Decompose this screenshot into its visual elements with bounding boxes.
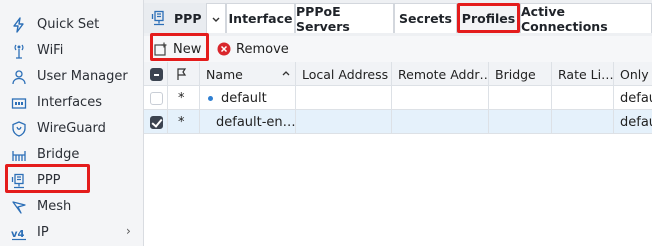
row-local-address [296,86,392,110]
tab-pppoe-servers[interactable]: PPPoE Servers [295,3,394,34]
checkbox-checked-icon [150,115,163,129]
tab-label: Secrets [399,11,452,26]
sidebar-item-wifi[interactable]: WiFi [0,38,143,64]
row-rate-limit [552,86,614,110]
checkbox-icon [150,67,163,81]
row-remote-address [392,110,489,134]
interfaces-icon [11,95,27,111]
wifi-icon [11,43,27,59]
ppp-icon [151,10,167,26]
flag-icon [177,68,187,80]
ip-icon: v4 [11,225,27,241]
row-remote-address [392,86,489,110]
column-label: Remote Addr… [398,66,489,82]
sidebar-item-label: Mesh [37,199,72,214]
new-highlight-box [150,33,209,61]
chevron-down-icon [212,11,220,26]
sidebar-item-label: WireGuard [37,121,106,136]
chevron-right-icon: › [126,224,131,238]
ppp-highlight-box [5,164,90,193]
remove-button-label: Remove [236,41,289,57]
sidebar-item-label: WiFi [37,43,64,58]
column-label: Local Address [302,66,389,82]
tab-dropdown-button[interactable] [206,3,226,33]
column-header-only-one[interactable]: Only o [614,62,652,86]
bridge-icon [11,147,27,163]
sidebar-item-wireguard[interactable]: WireGuard [0,116,143,142]
row-checkbox[interactable] [144,86,168,110]
profiles-highlight-box [457,3,520,33]
sidebar-item-label: User Manager [37,69,128,84]
select-all-checkbox[interactable] [144,62,168,86]
row-checkbox[interactable] [144,110,168,134]
column-label: Bridge [495,66,536,82]
column-header-name[interactable]: Name [200,62,296,86]
remove-icon [217,42,231,56]
table-header: Name Local Address Remote Addr… Bridge R… [144,62,652,86]
row-flag: * [168,110,200,134]
sidebar-item-ip[interactable]: v4 IP › [0,220,143,246]
flag-column-header[interactable] [168,62,200,86]
tab-label: PPPoE Servers [296,3,350,34]
row-flag: * [168,86,200,110]
tab-app-ppp[interactable]: PPP [144,3,206,33]
quick-set-icon [11,17,27,33]
row-name-text: default-en… [216,114,296,130]
column-header-remote-address[interactable]: Remote Addr… [392,62,489,86]
svg-text:v4: v4 [11,229,25,240]
sidebar-item-label: Bridge [37,147,80,162]
sidebar-item-label: Interfaces [37,95,102,110]
column-header-local-address[interactable]: Local Address [296,62,392,86]
sidebar-item-label: IP [37,225,49,240]
sidebar-item-user-manager[interactable]: User Manager [0,64,143,90]
row-bridge [489,86,552,110]
tab-interface[interactable]: Interface [226,3,295,33]
column-header-bridge[interactable]: Bridge [489,62,552,86]
row-bridge [489,110,552,134]
table-row[interactable]: * default defau [144,86,652,110]
column-header-rate-limit[interactable]: Rate Li… [552,62,614,86]
column-label: Rate Li… [558,66,614,82]
tab-label: Active Connections [521,3,608,34]
tab-label: Interface [228,11,293,26]
tab-active-connections[interactable]: Active Connections [520,3,652,34]
row-rate-limit [552,110,614,134]
table-row[interactable]: * default-en… defau [144,110,652,134]
row-name: default [200,86,296,110]
column-label: Only o [620,66,652,82]
row-only-one: defau [620,90,652,106]
row-only-one: defau [620,114,652,130]
row-name: default-en… [200,110,296,134]
toolbar: New Remove [144,33,652,63]
sidebar-item-label: Quick Set [37,17,100,32]
row-name-text: default [221,90,267,106]
wireguard-icon [11,121,27,137]
row-local-address [296,110,392,134]
tab-secrets[interactable]: Secrets [394,3,457,33]
remove-button[interactable]: Remove [217,38,289,60]
sidebar-item-quick-set[interactable]: Quick Set [0,12,143,38]
user-manager-icon [11,69,27,85]
sidebar: Quick Set WiFi User Manager Interfaces W… [0,0,144,246]
sidebar-item-interfaces[interactable]: Interfaces [0,90,143,116]
checkbox-icon [150,91,163,105]
status-dot-icon [208,95,213,101]
tab-app-label: PPP [174,10,202,26]
sort-up-icon [282,70,290,76]
sidebar-item-mesh[interactable]: Mesh [0,194,143,220]
column-label: Name [206,66,243,82]
tab-bar: PPP Interface PPPoE Servers Secrets Prof… [144,0,652,37]
mesh-icon [11,199,27,215]
